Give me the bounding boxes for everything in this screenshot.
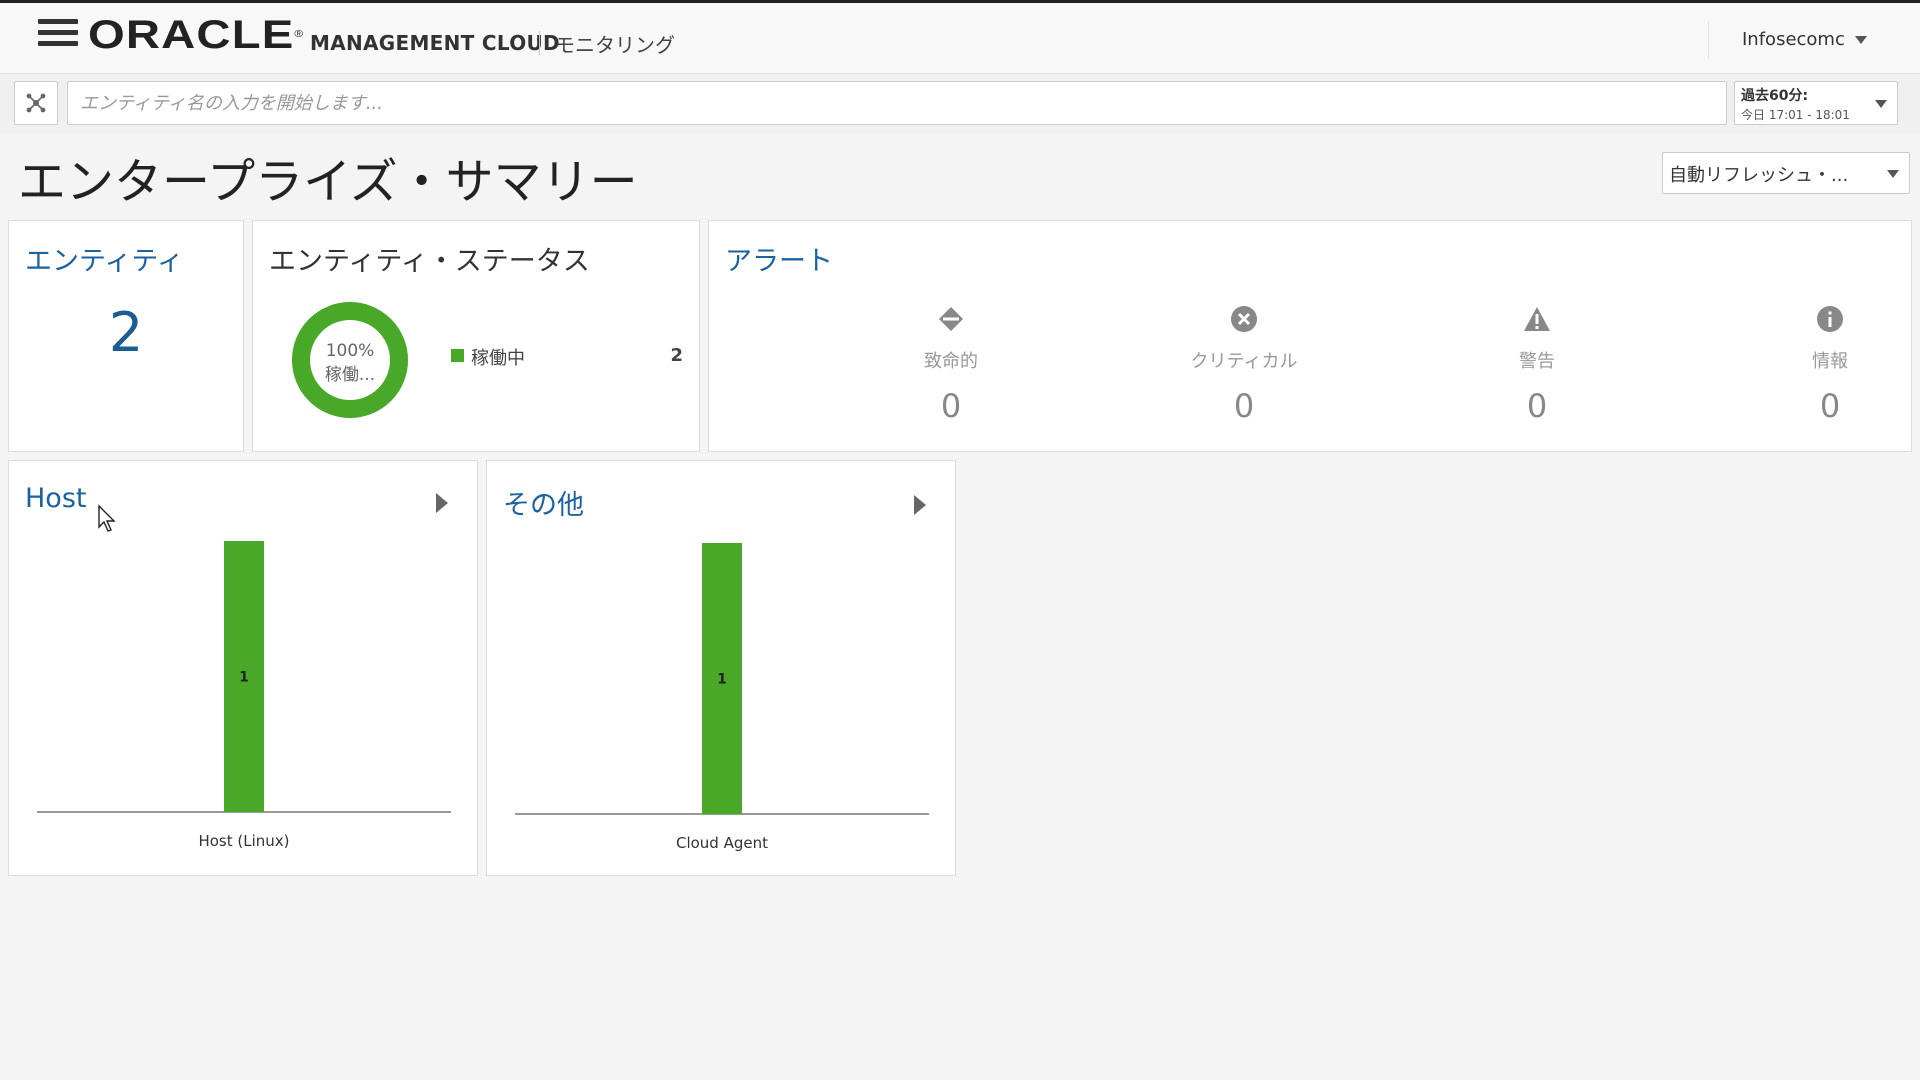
critical-icon [1231, 306, 1257, 332]
x-tick-label: Host (Linux) [198, 832, 289, 850]
bar-value-label: 1 [717, 672, 727, 688]
alert-count: 0 [940, 387, 962, 425]
x-tick-label: Cloud Agent [676, 834, 768, 852]
topology-button[interactable] [14, 81, 58, 125]
user-name: Infosecomc [1742, 29, 1845, 50]
legend-swatch-up [451, 349, 464, 362]
section-name[interactable]: モニタリング [555, 29, 675, 58]
legend-label-up[interactable]: 稼働中 [471, 344, 525, 370]
alert-count: 0 [1819, 387, 1841, 425]
alert-label: 情報 [1812, 351, 1848, 372]
hamburger-menu-icon[interactable] [38, 19, 78, 51]
auto-refresh-label: 自動リフレッシュ・... [1669, 165, 1849, 186]
alert-warning[interactable]: 警告 0 [1457, 303, 1617, 425]
page-title: エンタープライズ・サマリー [18, 154, 638, 210]
product-name: MANAGEMENT CLOUD [310, 31, 560, 55]
time-range-label: 過去60分: [1741, 88, 1809, 104]
entities-card-title[interactable]: エンティティ [25, 239, 184, 278]
topology-icon [26, 93, 46, 113]
oracle-logo: ORACLE® [88, 13, 305, 57]
alert-label: 致命的 [924, 351, 978, 372]
other-bar-chart: 1 Cloud Agent [515, 543, 929, 852]
alerts-card: アラート 致命的 0 クリティカル 0 警告 0 情報 0 [708, 220, 1912, 452]
fatal-icon [939, 307, 963, 331]
user-menu[interactable]: Infosecomc [1742, 29, 1867, 50]
host-bar-chart: 1 Host (Linux) [37, 541, 451, 850]
alert-label: クリティカル [1190, 351, 1298, 372]
time-range-select[interactable]: 過去60分: 今日 17:01 - 18:01 [1734, 81, 1898, 125]
legend-count-up[interactable]: 2 [670, 345, 683, 366]
donut-status: 稼働... [324, 365, 376, 385]
entity-status-card: エンティティ・ステータス 100% 稼働... 稼働中 2 [252, 220, 700, 452]
chevron-down-icon [1887, 170, 1899, 178]
alerts-card-title[interactable]: アラート [725, 239, 833, 278]
entity-count[interactable]: 2 [9, 301, 243, 364]
time-range-value: 今日 17:01 - 18:01 [1741, 108, 1850, 122]
alert-label: 警告 [1519, 351, 1555, 372]
mouse-cursor-icon [98, 504, 116, 532]
info-icon [1817, 306, 1843, 332]
warning-icon [1524, 307, 1550, 331]
auto-refresh-select[interactable]: 自動リフレッシュ・... [1662, 152, 1910, 194]
chevron-down-icon [1875, 100, 1887, 108]
header-divider [1708, 21, 1709, 59]
alert-fatal[interactable]: 致命的 0 [871, 303, 1031, 425]
entity-search-input[interactable] [67, 81, 1727, 125]
entity-status-card-title: エンティティ・ステータス [269, 246, 590, 277]
host-chart-card: Host 1 Host (Linux) [8, 460, 478, 876]
alert-info[interactable]: 情報 0 [1750, 303, 1910, 425]
alert-critical[interactable]: クリティカル 0 [1164, 303, 1324, 425]
entities-card: エンティティ 2 [8, 220, 244, 452]
donut-center-label: 100% 稼働... [310, 339, 390, 387]
other-chart-card: その他 1 Cloud Agent [486, 460, 956, 876]
alert-count: 0 [1233, 387, 1255, 425]
header-divider [539, 31, 540, 55]
chevron-down-icon [1854, 36, 1867, 44]
donut-percent: 100% [325, 341, 375, 361]
app-header: ORACLE® MANAGEMENT CLOUD モニタリング Infoseco… [0, 0, 1920, 74]
alert-count: 0 [1526, 387, 1548, 425]
bar-value-label: 1 [239, 670, 249, 686]
